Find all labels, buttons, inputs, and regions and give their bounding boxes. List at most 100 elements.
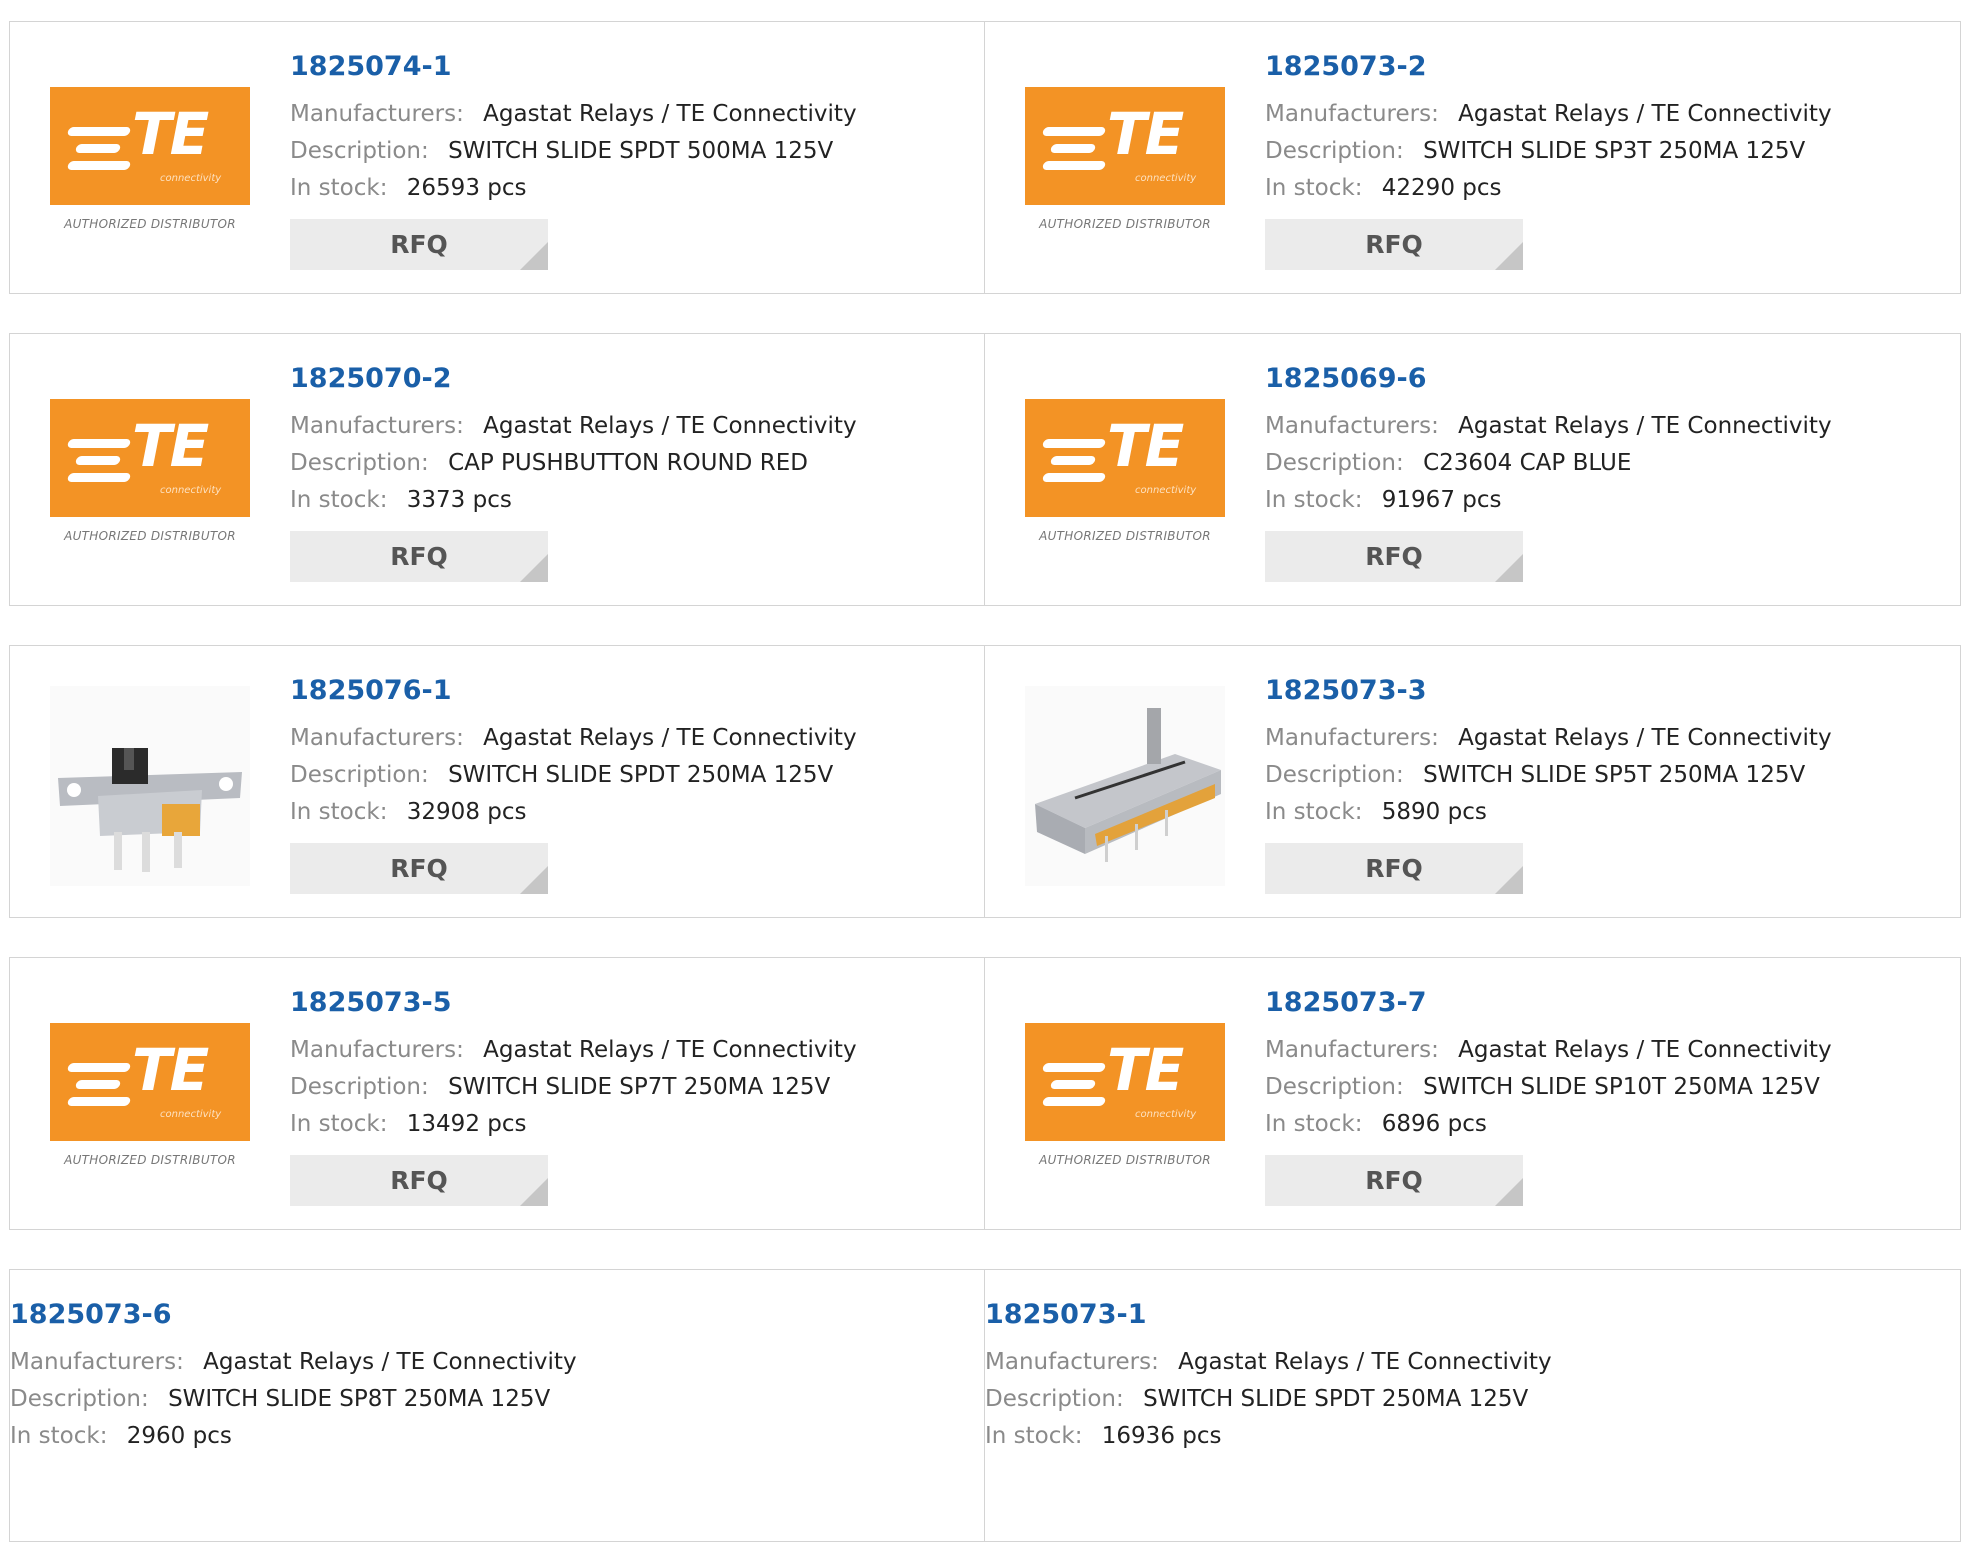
stock-value: 42290 pcs bbox=[1381, 174, 1502, 201]
stock-label: In stock: bbox=[10, 1422, 108, 1449]
product-info: 1825073-6 Manufacturers: Agastat Relays … bbox=[10, 1300, 577, 1455]
product-thumbnail[interactable] bbox=[50, 686, 250, 886]
te-logo-subtitle: connectivity bbox=[1135, 173, 1197, 184]
description-line: Description: SWITCH SLIDE SP7T 250MA 125… bbox=[290, 1069, 857, 1106]
product-thumbnail[interactable] bbox=[1025, 686, 1225, 886]
rfq-button[interactable]: RFQ bbox=[290, 842, 548, 894]
corner-triangle-icon bbox=[520, 1177, 548, 1206]
te-logo: TE connectivity bbox=[50, 1023, 250, 1141]
te-logo-text: TE bbox=[1107, 1036, 1184, 1104]
rfq-button[interactable]: RFQ bbox=[1265, 530, 1523, 582]
stock-line: In stock: 42290 pcs bbox=[1265, 170, 1832, 207]
te-logo-text: TE bbox=[132, 1036, 209, 1104]
manufacturer-value: Agastat Relays / TE Connectivity bbox=[1458, 724, 1832, 751]
stock-line: In stock: 3373 pcs bbox=[290, 482, 857, 519]
te-logo: TE connectivity bbox=[1025, 399, 1225, 517]
rfq-button[interactable]: RFQ bbox=[290, 218, 548, 270]
description-line: Description: SWITCH SLIDE SPDT 250MA 125… bbox=[290, 757, 857, 794]
part-number-link[interactable]: 1825074-1 bbox=[290, 52, 857, 82]
product-card: 1825073-1 Manufacturers: Agastat Relays … bbox=[985, 1269, 1961, 1542]
part-number-link[interactable]: 1825073-2 bbox=[1265, 52, 1832, 82]
manufacturer-value: Agastat Relays / TE Connectivity bbox=[483, 1036, 857, 1063]
description-label: Description: bbox=[290, 449, 429, 476]
part-number-link[interactable]: 1825073-3 bbox=[1265, 676, 1832, 706]
product-info: 1825073-3 Manufacturers: Agastat Relays … bbox=[1265, 676, 1832, 894]
authorized-distributor-label: AUTHORIZED DISTRIBUTOR bbox=[1039, 217, 1211, 231]
te-logo-text: TE bbox=[1107, 100, 1184, 168]
product-thumbnail[interactable]: TE connectivity AUTHORIZED DISTRIBUTOR bbox=[50, 1023, 250, 1173]
product-thumbnail[interactable]: TE connectivity AUTHORIZED DISTRIBUTOR bbox=[1025, 87, 1225, 237]
manufacturer-line: Manufacturers: Agastat Relays / TE Conne… bbox=[985, 1344, 1552, 1381]
product-thumbnail[interactable]: TE connectivity AUTHORIZED DISTRIBUTOR bbox=[50, 399, 250, 549]
description-label: Description: bbox=[1265, 137, 1404, 164]
stock-label: In stock: bbox=[985, 1422, 1083, 1449]
te-logo-subtitle: connectivity bbox=[160, 173, 222, 184]
description-label: Description: bbox=[290, 137, 429, 164]
stock-value: 13492 pcs bbox=[406, 1110, 527, 1137]
rfq-button-label: RFQ bbox=[1365, 541, 1423, 571]
manufacturer-value: Agastat Relays / TE Connectivity bbox=[483, 412, 857, 439]
manufacturer-value: Agastat Relays / TE Connectivity bbox=[483, 724, 857, 751]
stock-label: In stock: bbox=[1265, 174, 1363, 201]
description-value: SWITCH SLIDE SPDT 250MA 125V bbox=[1143, 1385, 1529, 1412]
product-thumbnail[interactable]: TE connectivity AUTHORIZED DISTRIBUTOR bbox=[50, 87, 250, 237]
part-number-link[interactable]: 1825073-7 bbox=[1265, 988, 1832, 1018]
stock-value: 2960 pcs bbox=[126, 1422, 232, 1449]
manufacturer-line: Manufacturers: Agastat Relays / TE Conne… bbox=[1265, 408, 1832, 445]
manufacturer-line: Manufacturers: Agastat Relays / TE Conne… bbox=[290, 1032, 857, 1069]
te-logo-text: TE bbox=[132, 412, 209, 480]
product-card: TE connectivity AUTHORIZED DISTRIBUTOR 1… bbox=[9, 957, 985, 1230]
stock-line: In stock: 91967 pcs bbox=[1265, 482, 1832, 519]
product-card: 1825073-6 Manufacturers: Agastat Relays … bbox=[9, 1269, 985, 1542]
stock-line: In stock: 2960 pcs bbox=[10, 1418, 577, 1455]
manufacturer-line: Manufacturers: Agastat Relays / TE Conne… bbox=[290, 96, 857, 133]
part-number-link[interactable]: 1825069-6 bbox=[1265, 364, 1832, 394]
stock-line: In stock: 26593 pcs bbox=[290, 170, 857, 207]
part-number-link[interactable]: 1825073-5 bbox=[290, 988, 857, 1018]
rfq-button[interactable]: RFQ bbox=[290, 1154, 548, 1206]
part-number-link[interactable]: 1825073-1 bbox=[985, 1300, 1552, 1330]
manufacturer-value: Agastat Relays / TE Connectivity bbox=[1458, 100, 1832, 127]
rfq-button[interactable]: RFQ bbox=[1265, 1154, 1523, 1206]
part-number-link[interactable]: 1825073-6 bbox=[10, 1300, 577, 1330]
product-info: 1825076-1 Manufacturers: Agastat Relays … bbox=[290, 676, 857, 894]
stock-label: In stock: bbox=[1265, 486, 1363, 513]
product-info: 1825070-2 Manufacturers: Agastat Relays … bbox=[290, 364, 857, 582]
product-card: TE connectivity AUTHORIZED DISTRIBUTOR 1… bbox=[985, 957, 1961, 1230]
description-line: Description: SWITCH SLIDE SP5T 250MA 125… bbox=[1265, 757, 1832, 794]
rfq-button[interactable]: RFQ bbox=[290, 530, 548, 582]
description-line: Description: C23604 CAP BLUE bbox=[1265, 445, 1832, 482]
part-number-link[interactable]: 1825070-2 bbox=[290, 364, 857, 394]
product-row: 1825076-1 Manufacturers: Agastat Relays … bbox=[9, 645, 1962, 918]
description-label: Description: bbox=[10, 1385, 149, 1412]
product-card: TE connectivity AUTHORIZED DISTRIBUTOR 1… bbox=[9, 333, 985, 606]
corner-triangle-icon bbox=[520, 865, 548, 894]
te-logo: TE connectivity bbox=[50, 399, 250, 517]
te-logo-subtitle: connectivity bbox=[1135, 1109, 1197, 1120]
stock-value: 91967 pcs bbox=[1381, 486, 1502, 513]
manufacturer-line: Manufacturers: Agastat Relays / TE Conne… bbox=[290, 408, 857, 445]
stock-value: 5890 pcs bbox=[1381, 798, 1487, 825]
stock-line: In stock: 6896 pcs bbox=[1265, 1106, 1832, 1143]
stock-label: In stock: bbox=[1265, 798, 1363, 825]
product-thumbnail[interactable]: TE connectivity AUTHORIZED DISTRIBUTOR bbox=[1025, 1023, 1225, 1173]
stock-label: In stock: bbox=[1265, 1110, 1363, 1137]
description-value: SWITCH SLIDE SPDT 500MA 125V bbox=[448, 137, 834, 164]
product-card: 1825073-3 Manufacturers: Agastat Relays … bbox=[985, 645, 1961, 918]
slide-switch-photo bbox=[50, 686, 250, 886]
part-number-link[interactable]: 1825076-1 bbox=[290, 676, 857, 706]
product-info: 1825073-7 Manufacturers: Agastat Relays … bbox=[1265, 988, 1832, 1206]
te-logo-bars-icon bbox=[1041, 1063, 1107, 1114]
stock-label: In stock: bbox=[290, 798, 388, 825]
rfq-button[interactable]: RFQ bbox=[1265, 218, 1523, 270]
product-info: 1825074-1 Manufacturers: Agastat Relays … bbox=[290, 52, 857, 270]
manufacturer-label: Manufacturers: bbox=[985, 1348, 1159, 1375]
rfq-button[interactable]: RFQ bbox=[1265, 842, 1523, 894]
corner-triangle-icon bbox=[520, 241, 548, 270]
manufacturer-value: Agastat Relays / TE Connectivity bbox=[1458, 412, 1832, 439]
manufacturer-line: Manufacturers: Agastat Relays / TE Conne… bbox=[290, 720, 857, 757]
stock-line: In stock: 32908 pcs bbox=[290, 794, 857, 831]
rfq-button-label: RFQ bbox=[390, 229, 448, 259]
stock-value: 26593 pcs bbox=[406, 174, 527, 201]
product-thumbnail[interactable]: TE connectivity AUTHORIZED DISTRIBUTOR bbox=[1025, 399, 1225, 549]
